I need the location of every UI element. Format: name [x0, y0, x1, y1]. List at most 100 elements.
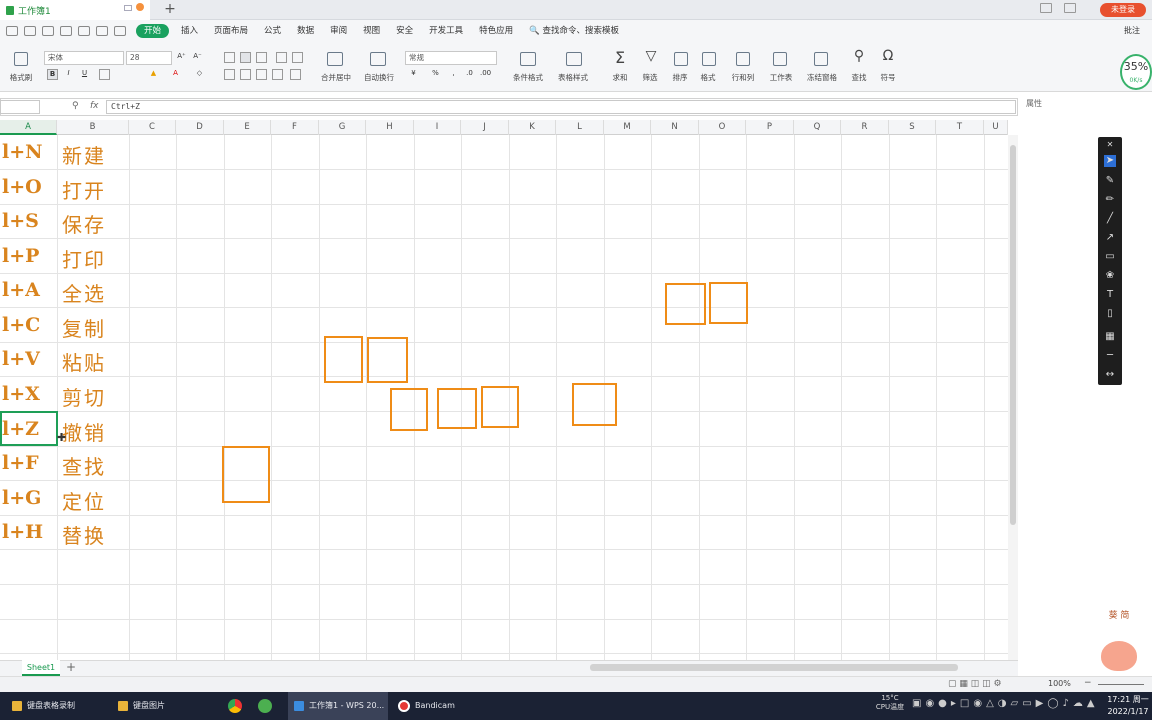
rectangle-tool-icon[interactable]: ▭ [1104, 251, 1116, 263]
undo-icon[interactable] [78, 26, 90, 36]
align-top-icon[interactable] [224, 52, 235, 63]
row-col-icon[interactable] [736, 52, 750, 66]
sum-icon[interactable]: Σ [612, 48, 628, 67]
new-tab-button[interactable]: + [163, 0, 177, 20]
col-header-b[interactable]: B [57, 120, 129, 135]
skin-icon[interactable] [1064, 3, 1076, 13]
arrow-tool-icon[interactable]: ↗ [1104, 232, 1116, 244]
taskbar-item-recording[interactable]: 键盘表格录制 [12, 692, 108, 720]
menu-insert[interactable]: 插入 [173, 20, 206, 42]
menu-home[interactable]: 开始 [136, 24, 170, 38]
cell-b3[interactable]: 保存 [62, 209, 106, 238]
decimal-dec-icon[interactable]: .00 [480, 69, 491, 80]
col-header-t[interactable]: T [936, 120, 984, 135]
thousands-icon[interactable]: , [448, 69, 459, 80]
cell-b1[interactable]: 新建 [62, 140, 106, 169]
col-header-d[interactable]: D [176, 120, 224, 135]
font-size-select[interactable]: 28 [126, 51, 172, 65]
color-tool-icon[interactable]: ❀ [1104, 270, 1116, 282]
fill-color-icon[interactable]: ▲ [148, 69, 159, 80]
browser-icon[interactable] [258, 692, 274, 720]
cell-a8[interactable]: l+X [2, 383, 40, 405]
chrome-icon[interactable] [228, 692, 244, 720]
symbol-icon[interactable]: Ω [880, 48, 896, 64]
cell-a6[interactable]: l+C [2, 314, 40, 336]
align-bottom-icon[interactable] [256, 52, 267, 63]
italic-button[interactable]: I [63, 69, 74, 80]
col-header-p[interactable]: P [746, 120, 794, 135]
horizontal-scroll-thumb[interactable] [590, 664, 958, 671]
cell-b11[interactable]: 定位 [62, 486, 106, 515]
sheet-grid[interactable]: l+N 新建 l+O 打开 l+S 保存 l+P 打印 l+A 全选 l+C 复… [0, 135, 1008, 660]
sort-icon[interactable] [674, 52, 688, 66]
cell-a11[interactable]: l+G [2, 487, 41, 509]
save-icon[interactable] [24, 26, 36, 36]
taskbar-item-bandicam[interactable]: Bandicam [398, 692, 478, 720]
col-header-m[interactable]: M [604, 120, 651, 135]
col-header-r[interactable]: R [841, 120, 889, 135]
search-command[interactable]: 🔍 查找命令、搜索模板 [521, 20, 627, 42]
col-header-c[interactable]: C [129, 120, 176, 135]
cell-b2[interactable]: 打开 [62, 175, 106, 204]
menu-view[interactable]: 视图 [355, 20, 388, 42]
underline-button[interactable]: U [79, 69, 90, 80]
layout-icon[interactable] [1040, 3, 1052, 13]
taskbar-item-wps[interactable]: 工作簿1 - WPS 20... [288, 692, 388, 720]
tray-icons[interactable]: ▣◉●▸□◉△◑▱▭▶◯♪☁▲ [912, 698, 1099, 709]
cell-b6[interactable]: 复制 [62, 313, 106, 342]
eraser-tool-icon[interactable]: ▯ [1104, 308, 1116, 320]
zoom-formula-icon[interactable]: ⚲ [72, 101, 79, 111]
cell-b4[interactable]: 打印 [62, 244, 106, 273]
col-header-n[interactable]: N [651, 120, 699, 135]
cursor-tool-icon[interactable]: ➤ [1104, 155, 1116, 167]
cell-a5[interactable]: l+A [2, 279, 40, 301]
annotate-button[interactable]: 批注 [1124, 20, 1140, 42]
col-header-f[interactable]: F [271, 120, 319, 135]
col-header-e[interactable]: E [224, 120, 271, 135]
shrink-font-icon[interactable]: A⁻ [192, 52, 203, 63]
weather-widget[interactable]: 15°C CPU温度 [870, 694, 910, 712]
col-header-o[interactable]: O [699, 120, 746, 135]
col-header-h[interactable]: H [366, 120, 414, 135]
font-color-icon[interactable]: A [170, 69, 181, 80]
dropdown-icon[interactable] [114, 26, 126, 36]
cell-a12[interactable]: l+H [2, 521, 43, 543]
sheet-tab-1[interactable]: Sheet1 [22, 660, 60, 676]
justify-icon[interactable] [272, 69, 283, 80]
preview-icon[interactable] [60, 26, 72, 36]
print-icon[interactable] [42, 26, 54, 36]
grow-font-icon[interactable]: A⁺ [176, 52, 187, 63]
window-mode-icon[interactable] [124, 5, 132, 11]
view-mode-icons[interactable]: ▢ ▦ ◫ ◫ ⚙ [948, 679, 1002, 689]
document-tab[interactable]: 工作簿1 [0, 0, 150, 20]
fx-label[interactable]: fx [90, 101, 99, 111]
merge-center-icon[interactable] [327, 52, 343, 66]
menu-formula[interactable]: 公式 [256, 20, 289, 42]
cell-b8[interactable]: 剪切 [62, 382, 106, 411]
col-header-i[interactable]: I [414, 120, 461, 135]
zoom-slider[interactable] [1098, 684, 1144, 685]
align-middle-icon[interactable] [240, 52, 251, 63]
redo2-icon[interactable] [96, 26, 108, 36]
redo-icon[interactable] [6, 26, 18, 36]
performance-widget[interactable]: 35% 0K/s [1120, 54, 1152, 90]
pen-tool-icon[interactable]: ✎ [1104, 175, 1116, 187]
marker-tool-icon[interactable]: ✏ [1104, 194, 1116, 206]
menu-review[interactable]: 审阅 [322, 20, 355, 42]
formula-input[interactable]: Ctrl+Z [106, 100, 1016, 114]
col-header-u[interactable]: U [984, 120, 1008, 135]
pattern-tool-icon[interactable]: ▦ [1104, 331, 1116, 343]
menu-security[interactable]: 安全 [388, 20, 421, 42]
line-tool-icon[interactable]: ╱ [1104, 213, 1116, 225]
cell-a7[interactable]: l+V [2, 348, 40, 370]
percent-icon[interactable]: % [430, 69, 441, 80]
format-painter-icon[interactable] [14, 52, 28, 66]
zoom-out-icon[interactable]: − [1084, 678, 1092, 688]
taskbar-item-images[interactable]: 键盘图片 [118, 692, 218, 720]
col-header-k[interactable]: K [509, 120, 556, 135]
menu-data[interactable]: 数据 [289, 20, 322, 42]
cell-a1[interactable]: l+N [2, 141, 43, 163]
cell-b7[interactable]: 粘贴 [62, 347, 106, 376]
indent-icon[interactable] [276, 52, 287, 63]
toolbar-close-icon[interactable]: ✕ [1104, 139, 1116, 151]
